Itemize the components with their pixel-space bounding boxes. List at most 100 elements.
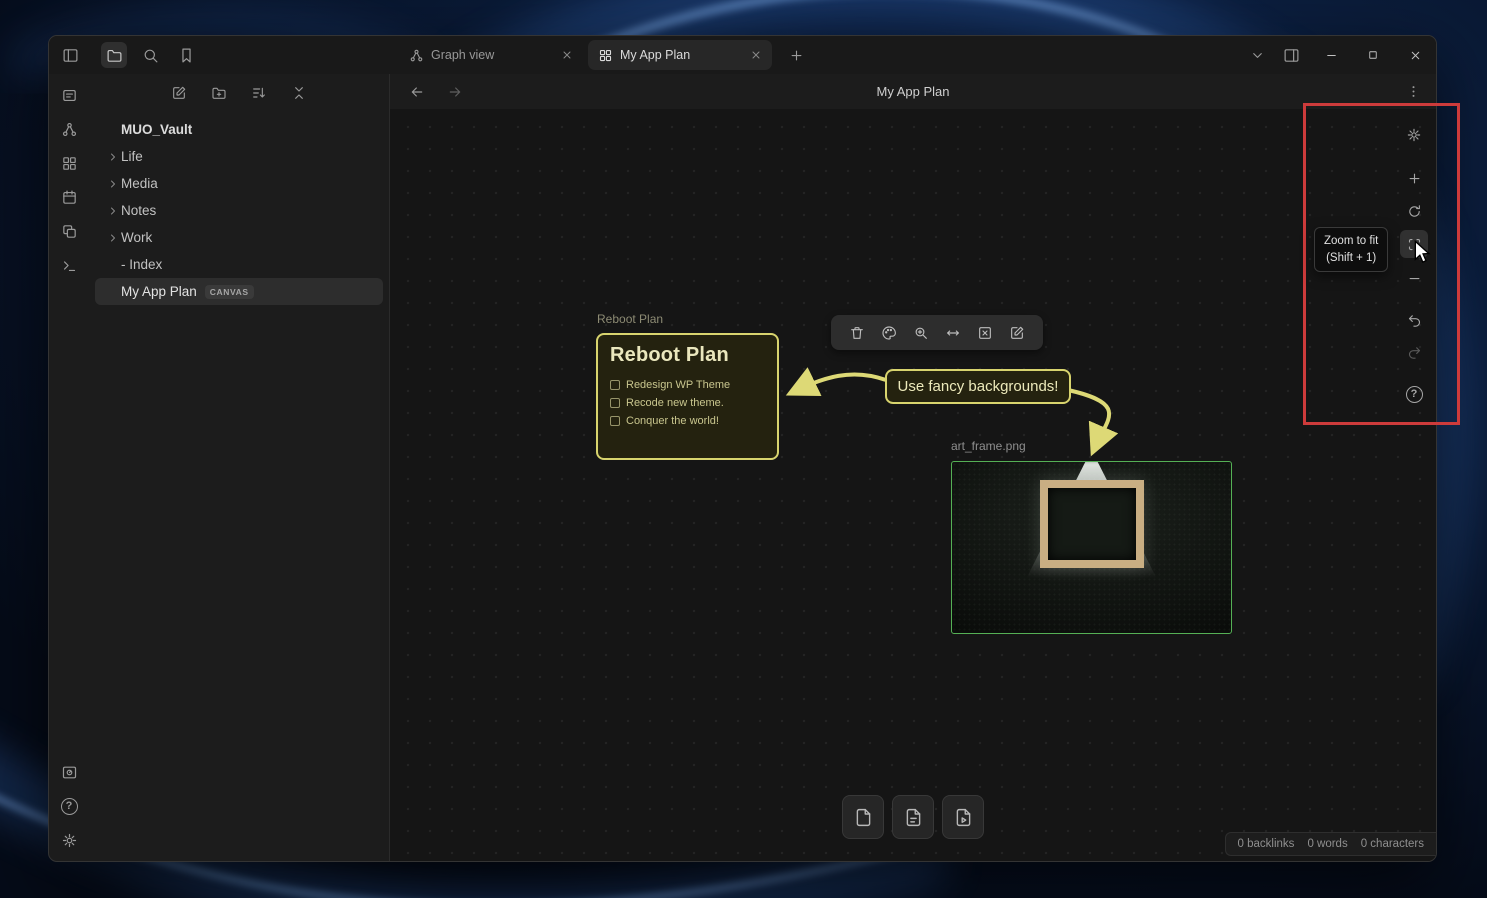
canvas-grid-icon bbox=[598, 48, 613, 63]
node-label-art-frame: art_frame.png bbox=[951, 439, 1026, 453]
file-label: - Index bbox=[121, 257, 162, 272]
tab-close-button[interactable] bbox=[746, 45, 766, 65]
window-body: ? bbox=[49, 74, 1436, 861]
tree-indent bbox=[105, 284, 121, 300]
add-media-button[interactable] bbox=[942, 795, 984, 839]
sort-order-button[interactable] bbox=[246, 80, 272, 106]
obsidian-window: Graph view My App Plan bbox=[48, 35, 1437, 862]
tab-list-dropdown-button[interactable] bbox=[1244, 42, 1270, 68]
status-bar: 0 backlinks 0 words 0 characters bbox=[1225, 832, 1436, 856]
folder-row-media[interactable]: Media bbox=[95, 170, 383, 197]
gear-icon bbox=[61, 832, 78, 849]
reset-zoom-button[interactable] bbox=[1400, 197, 1428, 225]
terminal-icon bbox=[61, 257, 78, 274]
checkbox[interactable] bbox=[610, 380, 620, 390]
add-card-button[interactable] bbox=[842, 795, 884, 839]
right-sidebar-toggle-button[interactable] bbox=[1278, 42, 1304, 68]
card-title: Reboot Plan bbox=[610, 344, 765, 367]
vault-switcher-button[interactable] bbox=[56, 759, 82, 785]
edit-node-button[interactable] bbox=[1002, 320, 1032, 346]
titlebar: Graph view My App Plan bbox=[49, 36, 1436, 74]
left-sidebar-toggle-button[interactable] bbox=[57, 42, 83, 68]
folder-icon bbox=[106, 47, 123, 64]
zoom-to-selection-button[interactable] bbox=[906, 320, 936, 346]
backlinks-count[interactable]: 0 backlinks bbox=[1238, 838, 1295, 850]
arrow-right-icon bbox=[447, 84, 463, 100]
canvas-node-reboot-plan[interactable]: Reboot Plan Redesign WP Theme Recode new… bbox=[596, 333, 779, 460]
folder-row-life[interactable]: Life bbox=[95, 143, 383, 170]
collapse-icon bbox=[291, 85, 307, 101]
character-count: 0 characters bbox=[1361, 838, 1424, 850]
canvas-help-button[interactable]: ? bbox=[1400, 380, 1428, 408]
plus-icon bbox=[789, 48, 804, 63]
terminal-button[interactable] bbox=[56, 252, 82, 278]
search-nav-button[interactable] bbox=[137, 42, 163, 68]
maximize-button[interactable] bbox=[1352, 36, 1394, 74]
tab-close-button[interactable] bbox=[557, 45, 577, 65]
new-canvas-button[interactable] bbox=[56, 150, 82, 176]
chevron-down-icon bbox=[1250, 48, 1265, 63]
edit-icon bbox=[1009, 325, 1025, 341]
tab-my-app-plan[interactable]: My App Plan bbox=[588, 40, 772, 70]
folder-row-work[interactable]: Work bbox=[95, 224, 383, 251]
checkbox[interactable] bbox=[610, 416, 620, 426]
files-nav-button[interactable] bbox=[101, 42, 127, 68]
redo-button[interactable] bbox=[1400, 338, 1428, 366]
forward-button[interactable] bbox=[442, 79, 468, 105]
daily-note-button[interactable] bbox=[56, 184, 82, 210]
canvas-view[interactable]: Reboot Plan Reboot Plan Redesign WP Them… bbox=[390, 109, 1436, 861]
chevron-right-icon bbox=[105, 176, 121, 192]
back-button[interactable] bbox=[404, 79, 430, 105]
settings-button[interactable] bbox=[56, 827, 82, 853]
folder-label: Notes bbox=[121, 203, 156, 218]
tab-label: My App Plan bbox=[620, 48, 739, 62]
minimize-button[interactable] bbox=[1310, 36, 1352, 74]
quick-switcher-button[interactable] bbox=[56, 82, 82, 108]
new-note-button[interactable] bbox=[166, 80, 192, 106]
more-options-button[interactable] bbox=[1400, 79, 1426, 105]
folder-row-notes[interactable]: Notes bbox=[95, 197, 383, 224]
graph-view-button[interactable] bbox=[56, 116, 82, 142]
resize-node-button[interactable] bbox=[938, 320, 968, 346]
canvas-node-fancy-backgrounds[interactable]: Use fancy backgrounds! bbox=[885, 369, 1071, 404]
file-explorer-sidebar: MUO_Vault Life Media Notes Work bbox=[89, 74, 389, 861]
delete-node-button[interactable] bbox=[842, 320, 872, 346]
new-folder-button[interactable] bbox=[206, 80, 232, 106]
folder-label: Life bbox=[121, 149, 143, 164]
canvas-grid-icon bbox=[61, 155, 78, 172]
zoom-in-button[interactable] bbox=[1400, 164, 1428, 192]
folder-label: Work bbox=[121, 230, 152, 245]
zoom-to-fit-tooltip: Zoom to fit (Shift + 1) bbox=[1314, 227, 1388, 272]
minimize-icon bbox=[1325, 49, 1338, 62]
close-icon bbox=[1409, 49, 1422, 62]
canvas-settings-button[interactable] bbox=[1400, 121, 1428, 149]
zoom-out-button[interactable] bbox=[1400, 264, 1428, 292]
zoom-to-fit-button[interactable] bbox=[1400, 230, 1428, 258]
close-window-button[interactable] bbox=[1394, 36, 1436, 74]
new-tab-button[interactable] bbox=[783, 42, 809, 68]
canvas-node-art-frame-image[interactable] bbox=[951, 461, 1232, 634]
file-tree: MUO_Vault Life Media Notes Work bbox=[89, 112, 389, 309]
vault-title-row[interactable]: MUO_Vault bbox=[95, 116, 383, 143]
collapse-all-button[interactable] bbox=[286, 80, 312, 106]
main-pane: My App Plan Reboot Plan bbox=[389, 74, 1436, 861]
checkbox-label: Recode new theme. bbox=[626, 397, 724, 409]
panel-right-icon bbox=[1283, 47, 1300, 64]
add-note-button[interactable] bbox=[892, 795, 934, 839]
tab-graph-view[interactable]: Graph view bbox=[399, 40, 583, 70]
checkbox[interactable] bbox=[610, 398, 620, 408]
file-row-index[interactable]: - Index bbox=[95, 251, 383, 278]
checklist-item: Conquer the world! bbox=[610, 412, 765, 430]
undo-button[interactable] bbox=[1400, 306, 1428, 334]
file-row-my-app-plan[interactable]: My App Plan CANVAS bbox=[95, 278, 383, 305]
node-color-button[interactable] bbox=[874, 320, 904, 346]
bookmarks-nav-button[interactable] bbox=[173, 42, 199, 68]
help-button[interactable]: ? bbox=[56, 793, 82, 819]
canvas-connection-arrows bbox=[390, 109, 1436, 861]
help-icon: ? bbox=[1406, 386, 1423, 403]
plus-icon bbox=[1407, 171, 1422, 186]
clear-formatting-button[interactable] bbox=[970, 320, 1000, 346]
view-title: My App Plan bbox=[390, 84, 1436, 99]
insert-template-button[interactable] bbox=[56, 218, 82, 244]
clear-box-icon bbox=[977, 325, 993, 341]
